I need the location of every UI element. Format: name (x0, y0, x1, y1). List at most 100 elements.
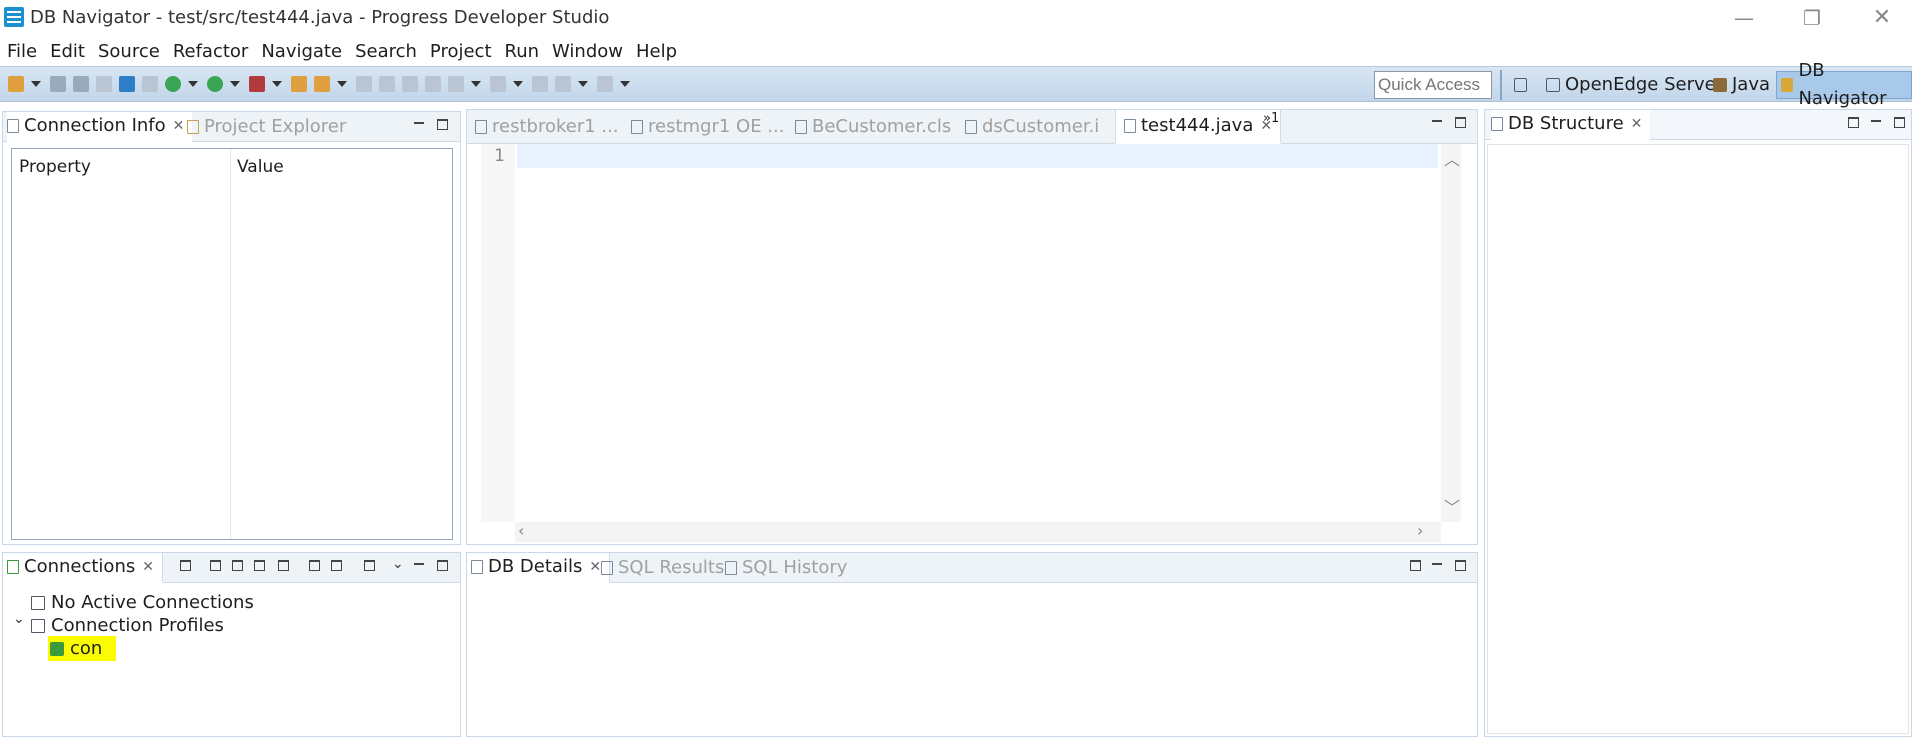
close-tab-icon[interactable]: ✕ (589, 552, 601, 582)
restore-button[interactable]: ❐ (1782, 2, 1842, 34)
code-editor[interactable]: 1 (481, 144, 1441, 522)
refresh-icon[interactable] (253, 559, 265, 571)
debug-dropdown-icon[interactable] (188, 81, 198, 87)
maximize-panel-icon[interactable] (1893, 116, 1905, 128)
tab-test444-java[interactable]: test444.java ✕ (1115, 110, 1282, 144)
menu-refactor[interactable]: Refactor (173, 41, 249, 62)
tab-restbroker1[interactable]: restbroker1 ... (475, 110, 619, 144)
db-structure-tree-area[interactable] (1487, 144, 1909, 734)
maximize-panel-icon[interactable] (1454, 559, 1466, 571)
tab-connections[interactable]: Connections ✕ (3, 553, 163, 583)
minimize-panel-icon[interactable] (1870, 116, 1882, 128)
external-tools-icon[interactable] (249, 76, 265, 92)
scroll-right-icon[interactable]: › (1417, 521, 1423, 540)
close-tab-icon[interactable]: ✕ (1631, 109, 1643, 139)
next-annotation-icon[interactable] (448, 76, 464, 92)
block-icon[interactable] (425, 76, 441, 92)
external-tools-dropdown-icon[interactable] (272, 81, 282, 87)
import-icon[interactable] (308, 559, 320, 571)
tree-item-con[interactable]: con (48, 636, 117, 661)
tree-item-no-active-connections[interactable]: No Active Connections (31, 592, 254, 613)
new-connection-icon[interactable] (179, 559, 191, 571)
menu-search[interactable]: Search (355, 41, 417, 62)
run-icon[interactable] (207, 76, 223, 92)
forward-icon[interactable] (597, 76, 613, 92)
run-dropdown-icon[interactable] (230, 81, 240, 87)
back-icon[interactable] (555, 76, 571, 92)
minimize-panel-icon[interactable] (1431, 559, 1443, 571)
new-icon[interactable] (8, 76, 24, 92)
view-menu-icon[interactable]: ⌄ (392, 556, 404, 572)
tab-sql-results[interactable]: SQL Results (601, 553, 724, 583)
tab-dscustomer[interactable]: dsCustomer.i (965, 110, 1099, 144)
menu-run[interactable]: Run (505, 41, 540, 62)
back-dropdown-icon[interactable] (578, 81, 588, 87)
menu-project[interactable]: Project (430, 41, 492, 62)
export-icon[interactable] (330, 559, 342, 571)
close-tab-icon[interactable]: ✕ (142, 552, 154, 582)
tab-connections-label: Connections (24, 556, 136, 577)
prev-annotation-dropdown-icon[interactable] (513, 81, 523, 87)
menu-help[interactable]: Help (636, 41, 677, 62)
maximize-panel-icon[interactable] (436, 559, 448, 571)
tab-overflow-button[interactable]: »1 (1263, 104, 1279, 134)
perspective-java[interactable]: Java (1713, 71, 1770, 99)
editor-horizontal-scrollbar[interactable]: ‹ › (515, 521, 1441, 542)
prev-annotation-icon[interactable] (490, 76, 506, 92)
last-edit-icon[interactable] (532, 76, 548, 92)
save-all-icon[interactable] (73, 76, 89, 92)
expand-caret-icon[interactable]: ⌄ (13, 611, 25, 627)
open-task-icon[interactable] (142, 76, 158, 92)
open-project-icon[interactable] (291, 76, 307, 92)
open-type-icon[interactable] (119, 76, 135, 92)
connect-icon[interactable] (209, 559, 221, 571)
search-tool-icon[interactable] (314, 76, 330, 92)
edit-tool-icon[interactable] (379, 76, 395, 92)
toggle-mark-icon[interactable] (356, 76, 372, 92)
menu-file[interactable]: File (7, 41, 37, 62)
debug-icon[interactable] (165, 76, 181, 92)
tree-item-connection-profiles[interactable]: Connection Profiles (31, 615, 224, 636)
tab-project-explorer[interactable]: Project Explorer (187, 112, 346, 142)
save-icon[interactable] (50, 76, 66, 92)
scroll-left-icon[interactable]: ‹ (518, 521, 524, 540)
new-dropdown-icon[interactable] (31, 81, 41, 87)
minimize-button[interactable]: — (1714, 2, 1774, 34)
quick-access-input[interactable] (1374, 71, 1492, 99)
close-window-button[interactable]: ✕ (1852, 2, 1912, 34)
collapse-all-icon[interactable] (1847, 116, 1859, 128)
open-perspective-button[interactable] (1514, 71, 1532, 99)
close-tab-icon[interactable]: ✕ (173, 111, 185, 141)
format-icon[interactable] (402, 76, 418, 92)
scroll-up-icon[interactable]: ︿ (1444, 146, 1460, 170)
collapse-icon[interactable] (1409, 559, 1421, 571)
perspective-db-navigator[interactable]: DB Navigator (1776, 60, 1912, 109)
tab-connection-info[interactable]: Connection Info ✕ (7, 111, 193, 142)
tab-db-structure[interactable]: DB Structure ✕ (1491, 109, 1651, 140)
disconnect-icon[interactable] (231, 559, 243, 571)
tab-becustomer[interactable]: BeCustomer.cls (795, 110, 951, 144)
forward-dropdown-icon[interactable] (620, 81, 630, 87)
minimize-panel-icon[interactable] (413, 118, 425, 130)
collapse-all-icon[interactable] (363, 559, 375, 571)
column-header-property[interactable]: Property (19, 157, 91, 177)
menu-navigate[interactable]: Navigate (261, 41, 342, 62)
menu-window[interactable]: Window (552, 41, 623, 62)
properties-icon[interactable] (277, 559, 289, 571)
editor-vertical-scrollbar[interactable]: ︿ ﹀ (1441, 144, 1461, 522)
maximize-panel-icon[interactable] (436, 118, 448, 130)
tab-sql-history[interactable]: SQL History (725, 553, 847, 583)
scroll-down-icon[interactable]: ﹀ (1444, 494, 1460, 518)
next-annotation-dropdown-icon[interactable] (471, 81, 481, 87)
search-dropdown-icon[interactable] (337, 81, 347, 87)
menu-source[interactable]: Source (98, 41, 160, 62)
tab-db-details[interactable]: DB Details ✕ (467, 552, 611, 583)
minimize-panel-icon[interactable] (1431, 116, 1443, 128)
maximize-panel-icon[interactable] (1454, 116, 1466, 128)
column-header-value[interactable]: Value (237, 157, 284, 177)
minimize-panel-icon[interactable] (413, 559, 425, 571)
print-icon[interactable] (96, 76, 112, 92)
menu-edit[interactable]: Edit (50, 41, 85, 62)
perspective-openedge-server[interactable]: OpenEdge Server (1546, 71, 1723, 99)
tab-restmgr1[interactable]: restmgr1 OE ... (631, 110, 784, 144)
